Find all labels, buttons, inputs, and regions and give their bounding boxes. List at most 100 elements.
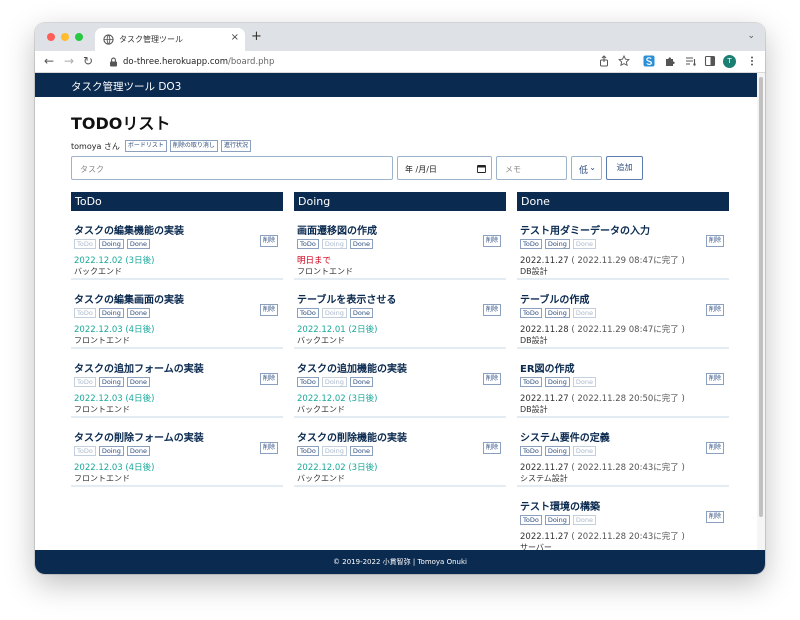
new-tab-button[interactable]: + <box>251 30 262 44</box>
close-tab-icon[interactable]: × <box>231 32 239 44</box>
profile-avatar[interactable]: T <box>723 55 736 68</box>
move-buttons: ToDo Doing Done <box>520 446 596 456</box>
browser-toolbar: ← → ↻ do-three.herokuapp.com/board.php T <box>35 51 765 73</box>
task-title[interactable]: タスクの編集画面の実装 <box>74 291 184 306</box>
delete-button[interactable]: 削除 <box>705 511 724 523</box>
delete-button[interactable]: 削除 <box>259 373 278 385</box>
add-task-button[interactable]: 追加 <box>606 156 643 180</box>
move-to-done-button[interactable]: Done <box>349 377 373 387</box>
task-category: フロントエンド <box>297 267 353 276</box>
due-date: 2022.12.01 (2日後) <box>297 325 378 335</box>
move-buttons: ToDo Doing Done <box>297 239 373 249</box>
task-title[interactable]: テスト用ダミーデータの入力 <box>520 222 650 237</box>
column-header: Done <box>517 192 729 211</box>
delete-button[interactable]: 削除 <box>482 304 501 316</box>
move-to-todo-button[interactable]: ToDo <box>520 377 542 387</box>
delete-button[interactable]: 削除 <box>482 373 501 385</box>
move-to-doing-button[interactable]: Doing <box>544 239 570 249</box>
move-to-done-button[interactable]: Done <box>126 377 150 387</box>
delete-button[interactable]: 削除 <box>259 235 278 247</box>
move-to-doing-button: Doing <box>321 446 347 456</box>
zoom-window-button[interactable] <box>75 33 83 41</box>
move-to-done-button[interactable]: Done <box>349 239 373 249</box>
due-date-input[interactable]: 年 /月/日 <box>397 156 492 180</box>
move-to-todo-button[interactable]: ToDo <box>520 446 542 456</box>
task-title[interactable]: タスクの追加フォームの実装 <box>74 360 204 375</box>
extensions-puzzle-icon[interactable] <box>664 55 676 67</box>
move-to-todo-button[interactable]: ToDo <box>297 377 319 387</box>
browser-tab[interactable]: タスク管理ツール × <box>95 28 245 51</box>
delete-button[interactable]: 削除 <box>705 235 724 247</box>
calendar-icon[interactable] <box>477 164 486 173</box>
memo-input[interactable]: メモ <box>496 156 567 180</box>
move-to-todo-button[interactable]: ToDo <box>520 515 542 525</box>
done-date-row: 2022.11.27 ( 2022.11.28 20:50に完了 ) <box>520 392 685 404</box>
task-title[interactable]: タスクの編集機能の実装 <box>74 222 184 237</box>
move-to-todo-button[interactable]: ToDo <box>297 239 319 249</box>
board-list-link[interactable]: ボードリスト <box>124 140 167 152</box>
move-to-doing-button[interactable]: Doing <box>98 377 124 387</box>
task-title[interactable]: タスクの削除機能の実装 <box>297 429 407 444</box>
move-to-done-button[interactable]: Done <box>126 446 150 456</box>
address-bar[interactable]: do-three.herokuapp.com/board.php <box>101 53 571 71</box>
progress-link[interactable]: 進行状況 <box>220 140 251 152</box>
move-to-doing-button[interactable]: Doing <box>98 239 124 249</box>
delete-button[interactable]: 削除 <box>705 304 724 316</box>
undo-delete-link[interactable]: 削除の取り消し <box>169 140 218 152</box>
move-to-doing-button[interactable]: Doing <box>544 515 570 525</box>
scrollbar-thumb[interactable] <box>759 77 763 517</box>
task-title[interactable]: 画面遷移図の作成 <box>297 222 377 237</box>
move-to-done-button[interactable]: Done <box>126 239 150 249</box>
move-buttons: ToDo Doing Done <box>520 515 596 525</box>
task-title[interactable]: テスト環境の構築 <box>520 498 600 513</box>
delete-button[interactable]: 削除 <box>705 442 724 454</box>
forward-button[interactable]: → <box>64 54 74 68</box>
move-to-done-button[interactable]: Done <box>349 308 373 318</box>
close-window-button[interactable] <box>47 33 55 41</box>
move-to-doing-button[interactable]: Doing <box>544 446 570 456</box>
delete-button[interactable]: 削除 <box>482 442 501 454</box>
scrollbar[interactable] <box>757 73 765 550</box>
back-button[interactable]: ← <box>44 54 54 68</box>
bookmark-star-icon[interactable] <box>618 55 630 67</box>
task-title[interactable]: テーブルを表示させる <box>297 291 396 306</box>
move-to-doing-button[interactable]: Doing <box>98 446 124 456</box>
task-title[interactable]: システム要件の定義 <box>520 429 610 444</box>
move-to-doing-button[interactable]: Doing <box>544 308 570 318</box>
task-input[interactable]: タスク <box>71 156 393 180</box>
priority-select[interactable]: 低 ⌄ <box>571 156 602 180</box>
side-panel-icon[interactable] <box>704 55 716 67</box>
move-to-todo-button[interactable]: ToDo <box>297 308 319 318</box>
move-to-todo-button[interactable]: ToDo <box>297 446 319 456</box>
task-category: フロントエンド <box>74 405 130 414</box>
task-title[interactable]: タスクの削除フォームの実装 <box>74 429 204 444</box>
tab-search-chevron-icon[interactable]: ⌄ <box>747 31 755 41</box>
delete-button[interactable]: 削除 <box>482 235 501 247</box>
due-date: 2022.12.02 (3日後) <box>74 256 155 266</box>
move-to-done-button[interactable]: Done <box>126 308 150 318</box>
extension-s-icon[interactable] <box>643 55 655 67</box>
task-category: DB設計 <box>520 405 548 414</box>
delete-button[interactable]: 削除 <box>259 442 278 454</box>
task-title[interactable]: タスクの追加機能の実装 <box>297 360 407 375</box>
reload-button[interactable]: ↻ <box>83 54 93 68</box>
task-category: バックエンド <box>74 267 122 276</box>
task-title[interactable]: ER図の作成 <box>520 360 575 375</box>
minimize-window-button[interactable] <box>61 33 69 41</box>
reading-list-icon[interactable] <box>685 55 697 67</box>
url-path: /board.php <box>228 57 275 67</box>
move-to-doing-button[interactable]: Doing <box>98 308 124 318</box>
more-menu-icon[interactable] <box>746 55 758 67</box>
move-to-todo-button[interactable]: ToDo <box>520 239 542 249</box>
site-title[interactable]: タスク管理ツール DO3 <box>71 79 181 94</box>
task-card: テーブルを表示させる ToDo Doing Done 削除 2022.12.01 (2日後… <box>294 280 506 349</box>
move-to-doing-button[interactable]: Doing <box>544 377 570 387</box>
delete-button[interactable]: 削除 <box>259 304 278 316</box>
task-title[interactable]: テーブルの作成 <box>520 291 589 306</box>
move-to-done-button: Done <box>572 377 596 387</box>
share-icon[interactable] <box>598 55 610 67</box>
task-card: テーブルの作成 ToDo Doing Done 削除 2022.11.28 ( 2022.… <box>517 280 729 349</box>
move-to-todo-button[interactable]: ToDo <box>520 308 542 318</box>
move-to-done-button[interactable]: Done <box>349 446 373 456</box>
delete-button[interactable]: 削除 <box>705 373 724 385</box>
